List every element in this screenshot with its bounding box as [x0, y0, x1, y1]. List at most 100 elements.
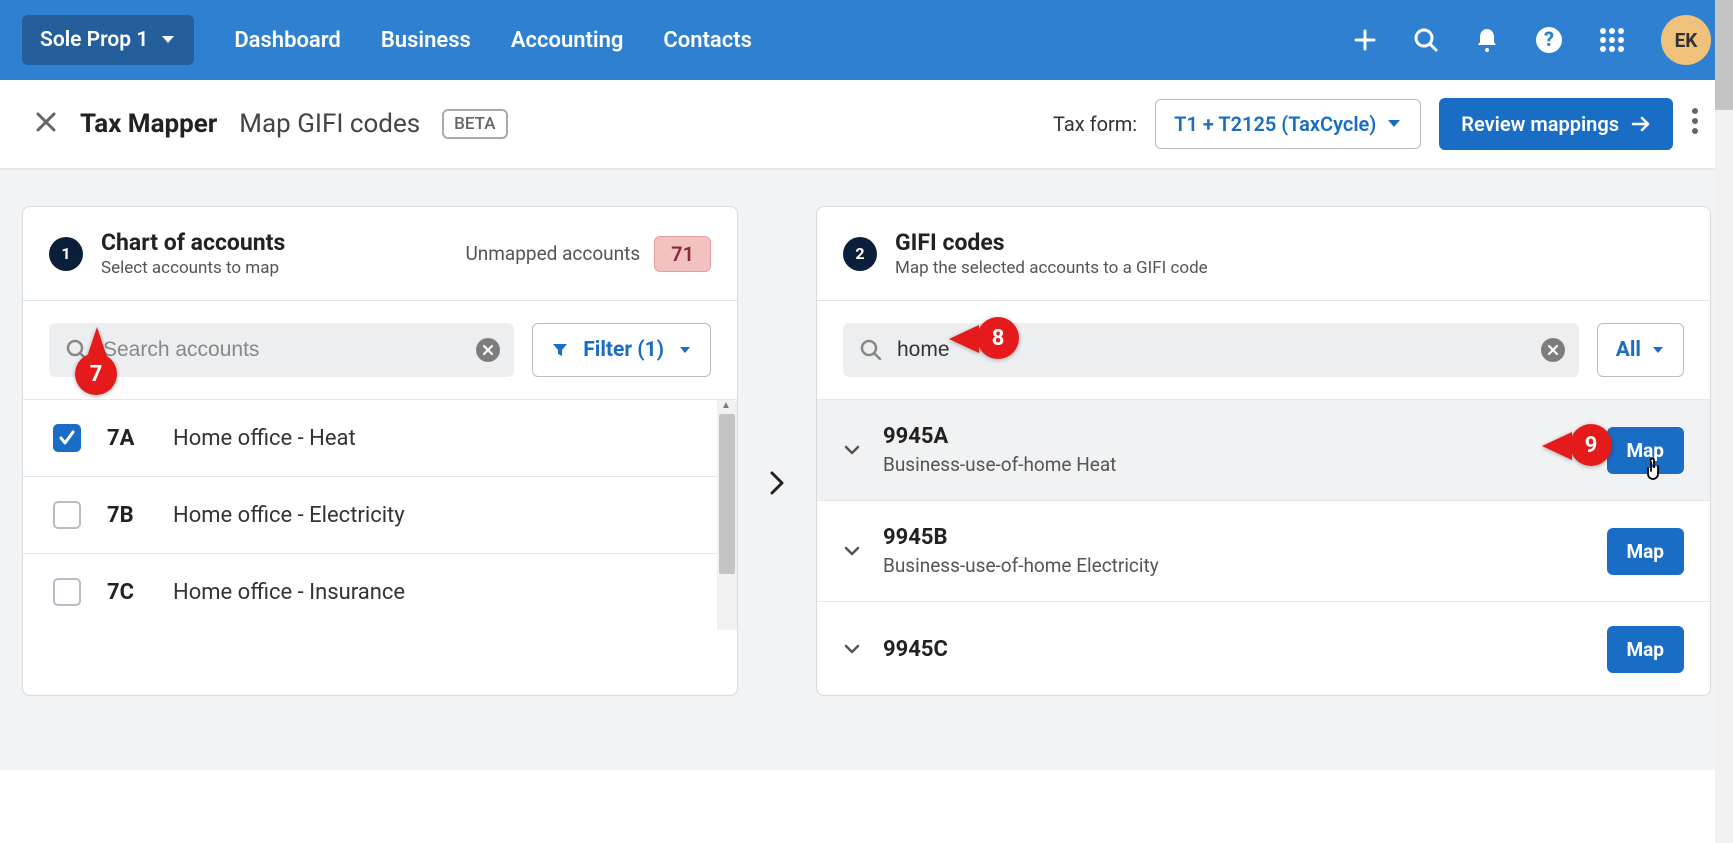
cursor-icon [1642, 458, 1664, 488]
gifi-search-row: All 8 [817, 301, 1710, 400]
chevron-right-icon [768, 469, 786, 501]
map-button[interactable]: Map [1607, 626, 1685, 673]
panel-scrollbar[interactable] [717, 400, 737, 630]
account-code: 7C [107, 580, 147, 605]
unmapped-wrap: Unmapped accounts 71 [465, 236, 711, 272]
caret-down-icon [678, 345, 692, 355]
search-icon[interactable] [1413, 27, 1439, 53]
panel-subtitle: Select accounts to map [101, 258, 285, 278]
page-header: Tax Mapper Map GIFI codes BETA Tax form:… [0, 80, 1733, 170]
account-row[interactable]: 7C Home office - Insurance [23, 554, 737, 630]
arrow-right-icon [1631, 116, 1651, 132]
beta-badge: BETA [442, 109, 507, 139]
filter-label: Filter (1) [583, 338, 664, 362]
more-menu-icon[interactable] [1691, 107, 1699, 142]
close-icon[interactable] [34, 110, 58, 138]
account-name: Home office - Insurance [173, 580, 405, 605]
unmapped-count-badge: 71 [654, 236, 711, 272]
review-mappings-button[interactable]: Review mappings [1439, 98, 1673, 150]
account-checkbox[interactable] [53, 501, 81, 529]
tax-form-select[interactable]: T1 + T2125 (TaxCycle) [1155, 99, 1421, 149]
top-nav-bar: Sole Prop 1 Dashboard Business Accountin… [0, 0, 1733, 80]
scrollbar-thumb[interactable] [1715, 0, 1733, 110]
panel-subtitle: Map the selected accounts to a GIFI code [895, 258, 1208, 278]
annotation-callout-9: 9 [1570, 424, 1612, 466]
step-number: 1 [49, 237, 83, 271]
org-switcher[interactable]: Sole Prop 1 [22, 15, 194, 65]
help-icon[interactable]: ? [1535, 26, 1563, 54]
gifi-codes-panel: 2 GIFI codes Map the selected accounts t… [816, 206, 1711, 696]
panel-titles: Chart of accounts Select accounts to map [101, 229, 285, 278]
account-search-box [49, 323, 514, 377]
account-checkbox[interactable] [53, 424, 81, 452]
account-code: 7A [107, 426, 147, 451]
topbar-actions: ? EK [1353, 15, 1711, 65]
gifi-code: 9945B [883, 525, 1159, 550]
map-button[interactable]: Map [1607, 528, 1685, 575]
plus-icon[interactable] [1353, 28, 1377, 52]
account-rows: 7A Home office - Heat 7B Home office - E… [23, 400, 737, 630]
search-icon [859, 338, 883, 362]
chart-of-accounts-panel: 1 Chart of accounts Select accounts to m… [22, 206, 738, 696]
review-mappings-label: Review mappings [1461, 112, 1619, 136]
nav-accounting[interactable]: Accounting [511, 28, 624, 53]
panel-header: 1 Chart of accounts Select accounts to m… [23, 207, 737, 301]
nav-contacts[interactable]: Contacts [663, 28, 752, 53]
annotation-callout-8: 8 [977, 317, 1019, 359]
gifi-row[interactable]: 9945C Map [817, 602, 1710, 683]
bell-icon[interactable] [1475, 27, 1499, 53]
panel-header: 2 GIFI codes Map the selected accounts t… [817, 207, 1710, 301]
page-scrollbar[interactable] [1715, 0, 1733, 843]
chevron-down-icon[interactable] [843, 542, 861, 561]
avatar[interactable]: EK [1661, 15, 1711, 65]
caret-down-icon [160, 34, 176, 46]
nav-items: Dashboard Business Accounting Contacts [234, 28, 752, 53]
panel-titles: GIFI codes Map the selected accounts to … [895, 229, 1208, 278]
apps-grid-icon[interactable] [1599, 27, 1625, 53]
svg-text:?: ? [1544, 27, 1554, 51]
gifi-desc: Business-use-of-home Electricity [883, 554, 1159, 577]
page-title: Tax Mapper [80, 109, 217, 139]
gifi-text: 9945C [883, 637, 948, 662]
search-filter-row: Filter (1) 7 [23, 301, 737, 400]
caret-down-icon [1386, 118, 1402, 130]
filter-button[interactable]: Filter (1) [532, 323, 711, 377]
account-search-input[interactable] [103, 338, 462, 362]
clear-search-icon[interactable] [476, 338, 500, 362]
gifi-text: 9945A Business-use-of-home Heat [883, 424, 1116, 476]
page-subtitle: Map GIFI codes [239, 109, 420, 139]
nav-business[interactable]: Business [381, 28, 471, 53]
chevron-down-icon[interactable] [843, 441, 861, 460]
gifi-code: 9945A [883, 424, 1116, 449]
unmapped-label: Unmapped accounts [465, 242, 640, 265]
workspace: 1 Chart of accounts Select accounts to m… [0, 170, 1733, 770]
caret-down-icon [1651, 345, 1665, 355]
step-number: 2 [843, 237, 877, 271]
gifi-desc: Business-use-of-home Heat [883, 453, 1116, 476]
tax-form-value: T1 + T2125 (TaxCycle) [1174, 112, 1376, 136]
gifi-row[interactable]: 9945A Business-use-of-home Heat Map 9 [817, 400, 1710, 501]
all-filter-button[interactable]: All [1597, 323, 1684, 377]
account-row[interactable]: 7B Home office - Electricity [23, 477, 737, 554]
all-filter-label: All [1616, 338, 1641, 362]
panel-title: Chart of accounts [101, 229, 285, 256]
org-name: Sole Prop 1 [40, 28, 148, 52]
gifi-rows: 9945A Business-use-of-home Heat Map 9 99… [817, 400, 1710, 683]
account-code: 7B [107, 503, 147, 528]
filter-icon [551, 341, 569, 359]
gifi-text: 9945B Business-use-of-home Electricity [883, 525, 1159, 577]
annotation-callout-7: 7 [75, 353, 117, 395]
page-header-actions: Tax form: T1 + T2125 (TaxCycle) Review m… [1053, 98, 1699, 150]
clear-search-icon[interactable] [1541, 338, 1565, 362]
account-row[interactable]: 7A Home office - Heat [23, 400, 737, 477]
account-checkbox[interactable] [53, 578, 81, 606]
scrollbar-thumb[interactable] [719, 414, 735, 574]
tax-form-label: Tax form: [1053, 112, 1137, 136]
gifi-row[interactable]: 9945B Business-use-of-home Electricity M… [817, 501, 1710, 602]
account-name: Home office - Electricity [173, 503, 405, 528]
panel-title: GIFI codes [895, 229, 1208, 256]
nav-dashboard[interactable]: Dashboard [234, 28, 340, 53]
gifi-code: 9945C [883, 637, 948, 662]
chevron-down-icon[interactable] [843, 640, 861, 659]
account-name: Home office - Heat [173, 426, 356, 451]
